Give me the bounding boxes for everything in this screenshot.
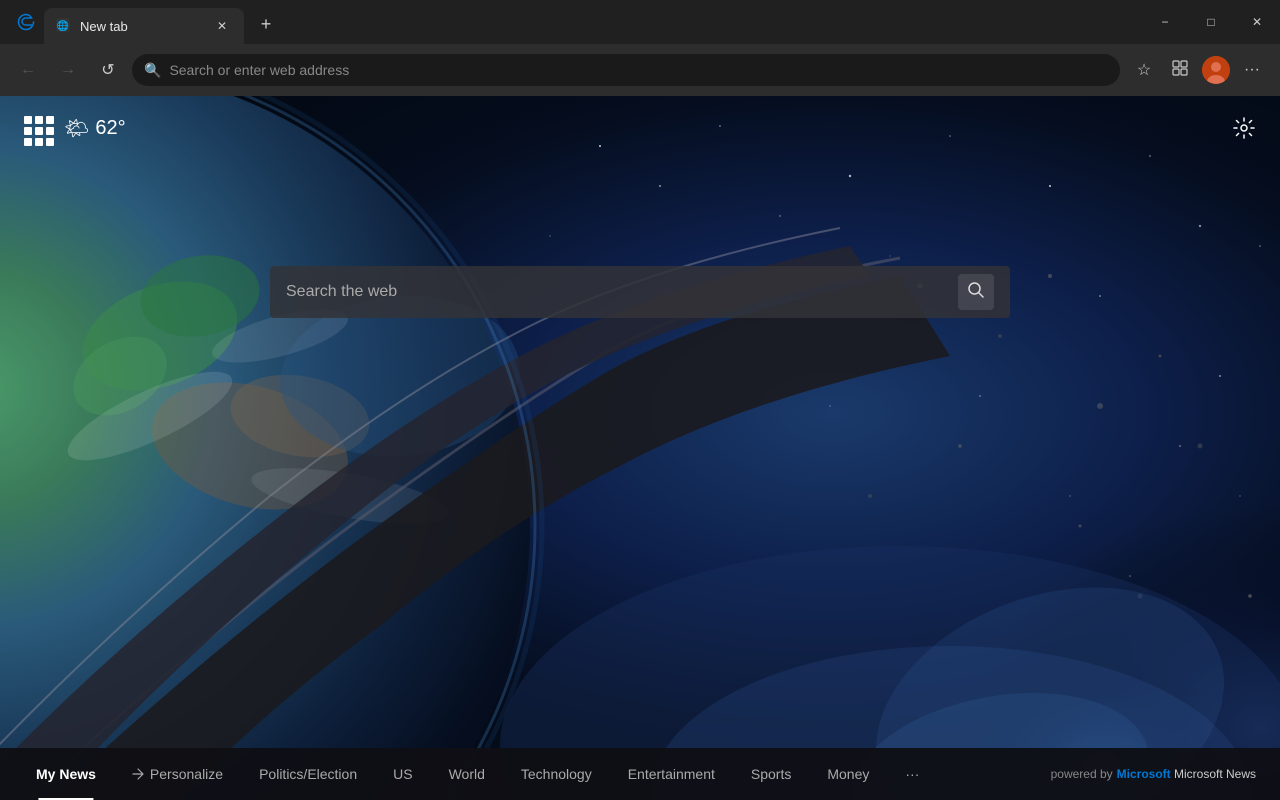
personalize-label: Personalize <box>150 766 223 782</box>
tab-technology[interactable]: Technology <box>505 748 608 800</box>
tab-politics[interactable]: Politics/Election <box>243 748 373 800</box>
new-tab-button[interactable]: + <box>248 6 284 42</box>
apps-grid-button[interactable] <box>20 112 52 144</box>
title-bar-left <box>0 4 44 40</box>
collections-button[interactable] <box>1164 54 1196 86</box>
world-label: World <box>449 766 485 782</box>
refresh-button[interactable]: ↺ <box>92 54 124 86</box>
address-input[interactable] <box>169 62 1108 78</box>
apps-dot-9 <box>46 138 54 146</box>
avatar <box>1202 56 1230 84</box>
powered-by-text: powered by <box>1051 767 1113 781</box>
politics-label: Politics/Election <box>259 766 357 782</box>
search-input[interactable] <box>286 283 946 301</box>
tab-us[interactable]: US <box>377 748 428 800</box>
title-bar: 🌐 New tab ✕ + − □ ✕ <box>0 0 1280 44</box>
more-tabs-label: ··· <box>905 766 919 782</box>
sports-label: Sports <box>751 766 791 782</box>
toolbar-right: ☆ ··· <box>1128 54 1268 86</box>
tab-entertainment[interactable]: Entertainment <box>612 748 731 800</box>
apps-dot-8 <box>35 138 43 146</box>
forward-icon: → <box>60 61 76 79</box>
tab-area: 🌐 New tab ✕ + <box>44 0 284 44</box>
apps-dot-5 <box>35 127 43 135</box>
refresh-icon: ↺ <box>101 60 114 80</box>
active-tab[interactable]: 🌐 New tab ✕ <box>44 8 244 44</box>
back-icon: ← <box>20 61 36 79</box>
top-left-controls: 🌤 62° <box>20 112 126 144</box>
maximize-button[interactable]: □ <box>1188 0 1234 44</box>
news-powered-by: powered by Microsoft Microsoft News <box>1051 767 1280 781</box>
tab-money[interactable]: Money <box>811 748 885 800</box>
settings-button[interactable] <box>1228 112 1260 144</box>
main-content: 🌤 62° <box>0 96 1280 800</box>
weather-temperature: 62° <box>95 117 125 140</box>
tab-favicon: 🌐 <box>56 18 72 34</box>
address-bar: ← → ↺ 🔍 ☆ <box>0 44 1280 96</box>
apps-dot-1 <box>24 116 32 124</box>
forward-button[interactable]: → <box>52 54 84 86</box>
search-button[interactable] <box>958 274 994 310</box>
more-button[interactable]: ··· <box>1236 54 1268 86</box>
my-news-label: My News <box>36 766 96 782</box>
address-search-icon: 🔍 <box>144 62 161 79</box>
search-icon <box>967 281 985 304</box>
microsoft-news-logo: Microsoft Microsoft News <box>1117 767 1256 781</box>
top-overlay: 🌤 62° <box>0 96 1280 160</box>
collections-icon <box>1171 59 1189 82</box>
apps-dot-7 <box>24 138 32 146</box>
tab-personalize[interactable]: Personalize <box>116 748 239 800</box>
apps-dot-3 <box>46 116 54 124</box>
weather-widget[interactable]: 🌤 62° <box>64 116 126 141</box>
more-icon: ··· <box>1244 61 1260 79</box>
us-label: US <box>393 766 412 782</box>
profile-button[interactable] <box>1200 54 1232 86</box>
edge-icon <box>8 4 44 40</box>
tab-more[interactable]: ··· <box>889 748 935 800</box>
favorites-button[interactable]: ☆ <box>1128 54 1160 86</box>
tab-label: New tab <box>80 19 204 34</box>
technology-label: Technology <box>521 766 592 782</box>
window-controls: − □ ✕ <box>1142 0 1280 44</box>
svg-text:🌐: 🌐 <box>57 19 69 32</box>
weather-icon: 🌤 <box>64 116 89 141</box>
news-bar: My News Personalize Politics/Election US… <box>0 748 1280 800</box>
scene-svg <box>0 96 1280 800</box>
tab-my-news[interactable]: My News <box>20 748 112 800</box>
entertainment-label: Entertainment <box>628 766 715 782</box>
news-tabs: My News Personalize Politics/Election US… <box>0 748 1051 800</box>
tab-world[interactable]: World <box>433 748 501 800</box>
tab-close-button[interactable]: ✕ <box>212 16 232 36</box>
tab-sports[interactable]: Sports <box>735 748 807 800</box>
apps-dot-2 <box>35 116 43 124</box>
close-button[interactable]: ✕ <box>1234 0 1280 44</box>
money-label: Money <box>827 766 869 782</box>
apps-dot-6 <box>46 127 54 135</box>
address-bar-input-wrap[interactable]: 🔍 <box>132 54 1120 86</box>
star-icon: ☆ <box>1137 60 1151 80</box>
search-bar <box>270 266 1010 318</box>
search-container <box>270 266 1010 318</box>
news-brand-text: Microsoft News <box>1174 767 1256 781</box>
back-button[interactable]: ← <box>12 54 44 86</box>
apps-dot-4 <box>24 127 32 135</box>
background-scene <box>0 96 1280 800</box>
minimize-button[interactable]: − <box>1142 0 1188 44</box>
